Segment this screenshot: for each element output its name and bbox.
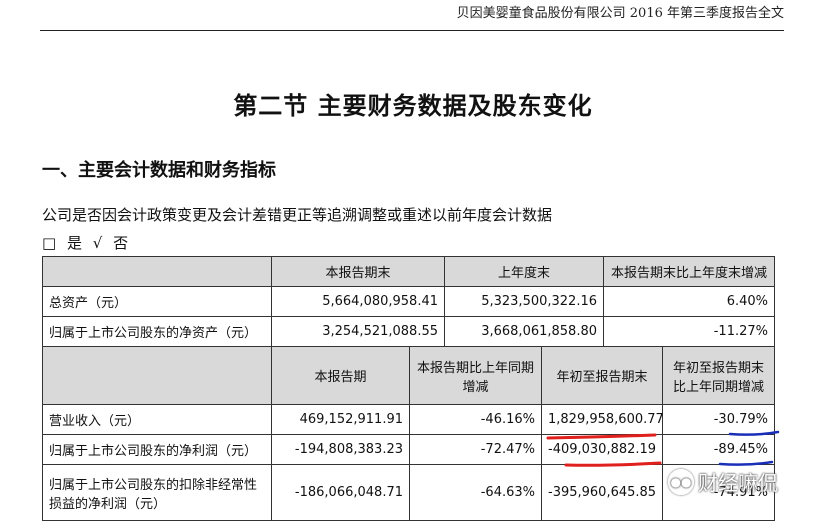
table-cell: -89.45% (662, 434, 775, 465)
row-label: 总资产（元） (42, 286, 272, 317)
watermark-text: 财经嘛侃 (698, 471, 778, 495)
table-cell: -409,030,882.19 (541, 434, 663, 465)
header-cell (42, 256, 272, 287)
header-cell: 上年度末 (444, 256, 604, 287)
checkbox-icon: □ (42, 234, 57, 252)
table-cell: -194,808,383.23 (271, 434, 410, 465)
table-row: 归属于上市公司股东的净利润（元） -194,808,383.23 -72.47%… (42, 434, 775, 465)
watermark: ●● 财经嘛侃 (668, 467, 778, 496)
row-label: 归属于上市公司股东的净资产（元） (42, 316, 272, 347)
table-cell: 6.40% (603, 286, 775, 317)
restatement-question: 公司是否因会计政策变更及会计差错更正等追溯调整或重述以前年度会计数据 (42, 206, 553, 224)
table-cell: -186,066,048.71 (271, 464, 410, 521)
table-cell: -64.63% (409, 464, 542, 521)
table-row: 归属于上市公司股东的扣除非经常性损益的净利润（元） -186,066,048.7… (42, 464, 775, 521)
wechat-icon: ●● (668, 468, 694, 495)
table-row: 营业收入（元） 469,152,911.91 -46.16% 1,829,958… (42, 404, 775, 435)
table-cell: -395,960,645.85 (541, 464, 663, 521)
income-table: 本报告期 本报告期比上年同期增减 年初至报告期末 年初至报告期末比上年同期增减 … (42, 346, 775, 521)
header-cell: 本报告期末 (271, 256, 445, 287)
header-cell: 本报告期比上年同期增减 (409, 346, 542, 405)
table-cell: 3,254,521,088.55 (271, 316, 445, 347)
table-cell: 469,152,911.91 (271, 404, 410, 435)
table-header-row: 本报告期末 上年度末 本报告期末比上年度末增减 (42, 256, 775, 287)
row-label: 归属于上市公司股东的扣除非经常性损益的净利润（元） (42, 464, 272, 521)
row-label: 归属于上市公司股东的净利润（元） (42, 434, 272, 465)
balance-table: 本报告期末 上年度末 本报告期末比上年度末增减 总资产（元） 5,664,080… (42, 256, 775, 347)
checkmark-icon: √ (92, 234, 103, 252)
header-cell: 本报告期末比上年度末增减 (603, 256, 775, 287)
header-cell: 年初至报告期末比上年同期增减 (662, 346, 775, 405)
header-cell: 本报告期 (271, 346, 410, 405)
table-cell: -30.79% (662, 404, 775, 435)
page-header: 贝因美婴童食品股份有限公司 2016 年第三季度报告全文 (40, 0, 784, 31)
restatement-choice: □ 是 √ 否 (42, 232, 134, 253)
choice-no-label: 否 (113, 234, 129, 252)
table-row: 归属于上市公司股东的净资产（元） 3,254,521,088.55 3,668,… (42, 316, 775, 347)
table-header-row: 本报告期 本报告期比上年同期增减 年初至报告期末 年初至报告期末比上年同期增减 (42, 346, 775, 405)
table-cell: -11.27% (603, 316, 775, 347)
header-cell: 年初至报告期末 (541, 346, 663, 405)
table-cell: -46.16% (409, 404, 542, 435)
choice-yes-label: 是 (66, 234, 82, 252)
table-cell: 5,664,080,958.41 (271, 286, 445, 317)
heading-accounting-data: 一、主要会计数据和财务指标 (42, 160, 276, 181)
table-cell: 1,829,958,600.77 (541, 404, 664, 435)
section-title: 第二节 主要财务数据及股东变化 (233, 92, 593, 120)
table-row: 总资产（元） 5,664,080,958.41 5,323,500,322.16… (42, 286, 775, 317)
table-cell: 5,323,500,322.16 (444, 286, 604, 317)
table-cell: -72.47% (409, 434, 542, 465)
table-cell: 3,668,061,858.80 (444, 316, 604, 347)
header-cell (42, 346, 272, 405)
row-label: 营业收入（元） (42, 404, 272, 435)
